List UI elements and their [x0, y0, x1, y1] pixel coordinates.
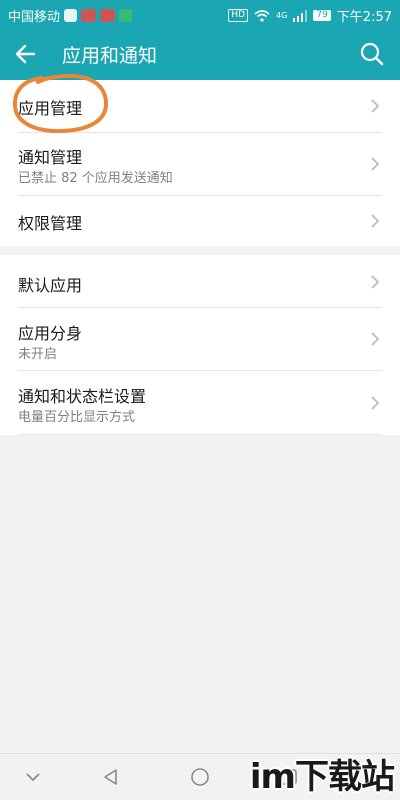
- watermark: im下载站: [249, 757, 395, 797]
- settings-item-default-apps[interactable]: 默认应用: [0, 255, 400, 307]
- page-title: 应用和通知: [62, 45, 158, 67]
- circle-home-icon: [191, 768, 209, 786]
- browser-icon: [64, 9, 78, 22]
- triangle-back-icon: [104, 769, 117, 785]
- chevron-right-icon: [371, 332, 380, 346]
- divider: [18, 434, 382, 435]
- settings-item-subtitle: 电量百分比显示方式: [18, 410, 136, 425]
- chevron-right-icon: [371, 275, 380, 289]
- clock: 下午2:57: [336, 10, 392, 25]
- play-icon: [119, 9, 133, 22]
- back-button[interactable]: [12, 40, 40, 68]
- chevron-right-icon: [371, 214, 380, 228]
- nav-collapse-button[interactable]: [20, 764, 46, 790]
- settings-item-notification-statusbar[interactable]: 通知和状态栏设置 电量百分比显示方式: [0, 371, 400, 434]
- settings-item-label: 应用分身: [18, 324, 83, 343]
- arrow-left-icon: [15, 44, 36, 64]
- settings-group-1: 应用管理 通知管理 已禁止 82 个应用发送通知 权限管理: [0, 80, 400, 246]
- settings-item-label: 权限管理: [18, 214, 83, 233]
- signal-icon: [293, 9, 308, 22]
- app-bar: 应用和通知: [0, 28, 400, 80]
- settings-item-label: 通知和状态栏设置: [18, 387, 147, 406]
- search-button[interactable]: [358, 40, 386, 68]
- news-icon: [81, 9, 97, 22]
- hd-badge: HD: [228, 9, 249, 22]
- settings-item-subtitle: 已禁止 82 个应用发送通知: [18, 171, 173, 186]
- video-icon: [100, 9, 116, 22]
- signal-label: 4G: [276, 11, 288, 20]
- settings-group-2: 默认应用 应用分身 未开启 通知和状态栏设置 电量百分比显示方式: [0, 255, 400, 435]
- status-bar-left: 中国移动: [8, 6, 133, 25]
- settings-item-subtitle: 未开启: [18, 347, 58, 362]
- nav-back-button[interactable]: [98, 764, 124, 790]
- chevron-right-icon: [371, 157, 380, 171]
- nav-home-button[interactable]: [187, 764, 213, 790]
- search-icon: [360, 42, 384, 66]
- chevron-right-icon: [371, 99, 380, 113]
- settings-item-notification-management[interactable]: 通知管理 已禁止 82 个应用发送通知: [0, 133, 400, 195]
- battery-indicator: 79: [313, 10, 331, 21]
- chevron-down-icon: [26, 773, 40, 782]
- settings-item-label: 通知管理: [18, 148, 83, 167]
- settings-item-app-twin[interactable]: 应用分身 未开启: [0, 308, 400, 370]
- navigation-bar: im下载站: [0, 753, 400, 800]
- carrier-name: 中国移动: [8, 10, 61, 25]
- status-bar: 中国移动 HD 4G 79 下午2:57: [0, 0, 400, 28]
- settings-item-label: 默认应用: [18, 276, 83, 295]
- settings-item-app-management[interactable]: 应用管理: [0, 80, 400, 132]
- wifi-icon: [254, 9, 270, 22]
- chevron-right-icon: [371, 396, 380, 410]
- settings-item-label: 应用管理: [18, 99, 83, 118]
- settings-item-permission-management[interactable]: 权限管理: [0, 196, 400, 246]
- status-bar-right: HD 4G 79 下午2:57: [228, 6, 392, 25]
